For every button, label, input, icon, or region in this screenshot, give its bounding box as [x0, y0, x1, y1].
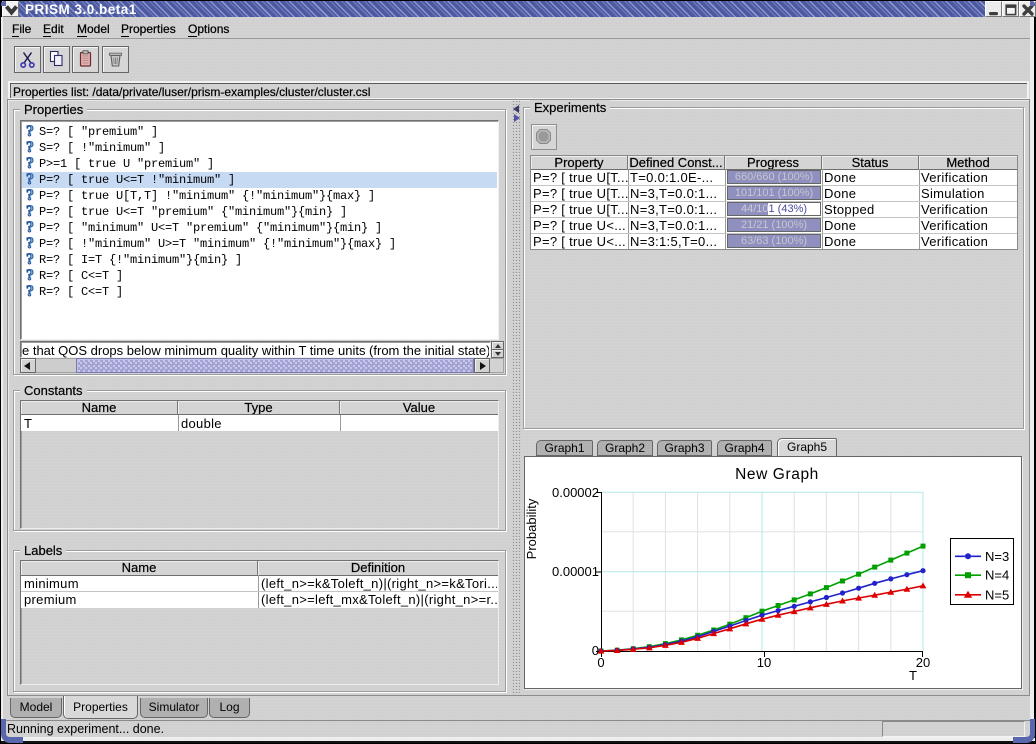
svg-text:New Graph: New Graph: [735, 466, 819, 483]
svg-text:T: T: [909, 668, 917, 683]
svg-text:N=4: N=4: [985, 568, 1009, 583]
svg-text:0.00002: 0.00002: [552, 485, 599, 500]
svg-text:10: 10: [757, 655, 771, 670]
svg-text:N=3: N=3: [985, 549, 1009, 564]
svg-text:0: 0: [597, 655, 604, 670]
svg-text:20: 20: [916, 655, 930, 670]
svg-text:Probability: Probability: [524, 498, 539, 559]
svg-text:N=5: N=5: [985, 587, 1009, 602]
svg-text:0.00001: 0.00001: [552, 564, 599, 579]
